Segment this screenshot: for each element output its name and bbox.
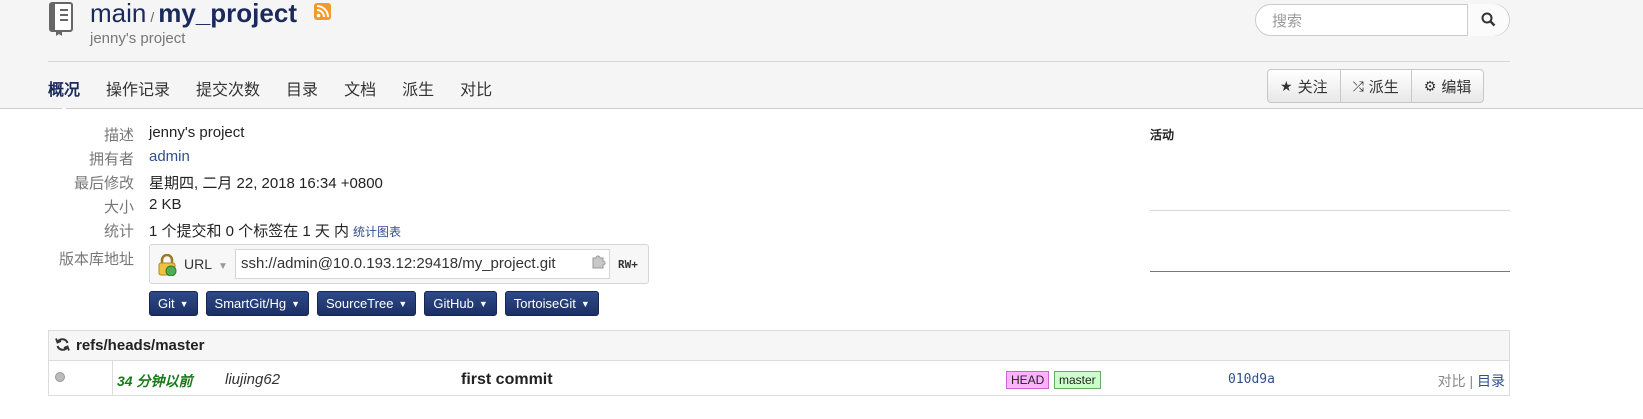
tab-bar: 概况 操作记录 提交次数 目录 文档 派生 对比: [48, 74, 518, 116]
watch-button[interactable]: ★ 关注: [1268, 70, 1341, 102]
repo-url-box: URL ▼ ssh://admin@10.0.193.12:29418/my_pr…: [149, 244, 649, 284]
client-git-button[interactable]: Git ▼: [149, 291, 198, 316]
header-bar: main/my_project jenny's project 概况 操作记录 …: [0, 0, 1643, 116]
caret-down-icon: ▼: [478, 298, 488, 309]
tag-head-badge[interactable]: HEAD: [1006, 371, 1050, 389]
owner-link[interactable]: admin: [149, 148, 190, 165]
activity-divider: [1150, 210, 1510, 211]
size-value: 2 KB: [149, 196, 182, 213]
caret-down-icon: ▼: [580, 298, 590, 309]
owner-label: 拥有者: [88, 151, 134, 168]
commit-dot-icon: [55, 372, 65, 382]
search-input[interactable]: [1270, 9, 1464, 33]
size-label: 大小: [103, 199, 134, 216]
tab-compare[interactable]: 对比: [460, 74, 492, 102]
stats-chart-link[interactable]: 统计图表: [353, 225, 401, 239]
chevron-down-icon: ▼: [218, 261, 228, 272]
gear-icon: ⚙: [1423, 77, 1437, 94]
client-sourcetree-button[interactable]: SourceTree ▼: [316, 291, 417, 316]
permission-badge: RW+: [618, 258, 638, 271]
edit-label: 编辑: [1441, 78, 1472, 96]
activity-axis: [1150, 271, 1510, 272]
caret-down-icon: ▼: [291, 298, 300, 309]
modified-label: 最后修改: [73, 175, 134, 192]
tab-reflog[interactable]: 操作记录: [106, 74, 170, 102]
repo-url-field[interactable]: ssh://admin@10.0.193.12:29418/my_project…: [235, 249, 610, 279]
compare-link[interactable]: 对比: [1438, 373, 1466, 389]
fork-label: 派生: [1368, 78, 1399, 96]
tab-commits[interactable]: 提交次数: [196, 74, 260, 102]
repo-name[interactable]: my_project: [158, 0, 297, 28]
fork-icon: ⤮: [1352, 77, 1364, 94]
client-github-label: GitHub: [433, 296, 474, 311]
tab-overview[interactable]: 概况: [48, 74, 80, 116]
client-tortoisegit-button[interactable]: TortoiseGit ▼: [504, 291, 599, 316]
commit-age: 34 分钟以前: [117, 373, 193, 389]
modified-value: 星期四, 二月 22, 2018 16:34 +0800: [149, 175, 383, 192]
repo-actions: ★ 关注 ⤮ 派生 ⚙ 编辑: [1267, 69, 1485, 103]
stats-field: 1 个提交和 0 个标签在 1 天 内统计图表: [149, 220, 401, 241]
url-type-select[interactable]: URL ▼: [184, 256, 228, 272]
search-icon: [1481, 12, 1496, 27]
tab-docs[interactable]: 文档: [344, 74, 376, 102]
activity-heading: 活动: [1150, 128, 1175, 142]
rss-feed-icon[interactable]: [314, 3, 331, 20]
tree-link[interactable]: 目录: [1477, 373, 1505, 389]
client-buttons: Git ▼ SmartGit/Hg ▼ SourceTree ▼ GitHub ▼ To…: [149, 291, 607, 316]
client-github-button[interactable]: GitHub ▼: [424, 291, 497, 316]
tag-master-badge[interactable]: master: [1054, 371, 1101, 389]
row-divider: [112, 360, 113, 396]
owner-field: admin: [149, 148, 190, 165]
commit-sha-link[interactable]: 010d9a: [1228, 372, 1275, 387]
star-icon: ★: [1280, 77, 1293, 94]
repo-subtitle: jenny's project: [90, 30, 186, 47]
commit-author[interactable]: liujing62: [225, 371, 280, 388]
client-tortoisegit-label: TortoiseGit: [513, 296, 576, 311]
stats-label: 统计: [103, 223, 134, 240]
branch-link[interactable]: refs/heads/master: [76, 337, 204, 354]
copy-clipboard-icon[interactable]: [590, 253, 606, 269]
search-button[interactable]: [1467, 4, 1509, 36]
page-title: main / my_project: [90, 0, 297, 29]
repo-url-label: 版本库地址: [58, 251, 134, 268]
refresh-icon: [55, 338, 70, 351]
client-smartgit-button[interactable]: SmartGit/Hg ▼: [205, 291, 309, 316]
stats-value: 1 个提交和 0 个标签在 1 天 内: [149, 223, 350, 240]
client-git-label: Git: [158, 296, 175, 311]
row-links: 对比 | 目录: [1437, 373, 1505, 389]
refs-panel: refs/heads/master 34 分钟以前 liujing62 firs…: [48, 330, 1510, 396]
header-divider: [48, 61, 1510, 62]
lock-icon: [158, 254, 177, 276]
tab-tree[interactable]: 目录: [286, 74, 318, 102]
caret-down-icon: ▼: [179, 298, 189, 309]
description-label: 描述: [103, 127, 134, 144]
url-type-value: URL: [184, 256, 213, 272]
repository-icon: [49, 2, 73, 36]
title-separator: /: [150, 9, 155, 25]
repo-prefix[interactable]: main: [90, 0, 146, 28]
tab-forks[interactable]: 派生: [402, 74, 434, 102]
fork-button[interactable]: ⤮ 派生: [1341, 70, 1412, 102]
watch-label: 关注: [1297, 78, 1328, 96]
caret-down-icon: ▼: [398, 298, 408, 309]
description-value: jenny's project: [149, 124, 245, 141]
client-smartgit-label: SmartGit/Hg: [214, 296, 287, 311]
search-box: [1255, 4, 1510, 36]
client-sourcetree-label: SourceTree: [325, 296, 394, 311]
edit-button[interactable]: ⚙ 编辑: [1412, 70, 1484, 102]
refs-header: refs/heads/master: [49, 331, 1509, 361]
commit-message[interactable]: first commit: [461, 371, 553, 389]
